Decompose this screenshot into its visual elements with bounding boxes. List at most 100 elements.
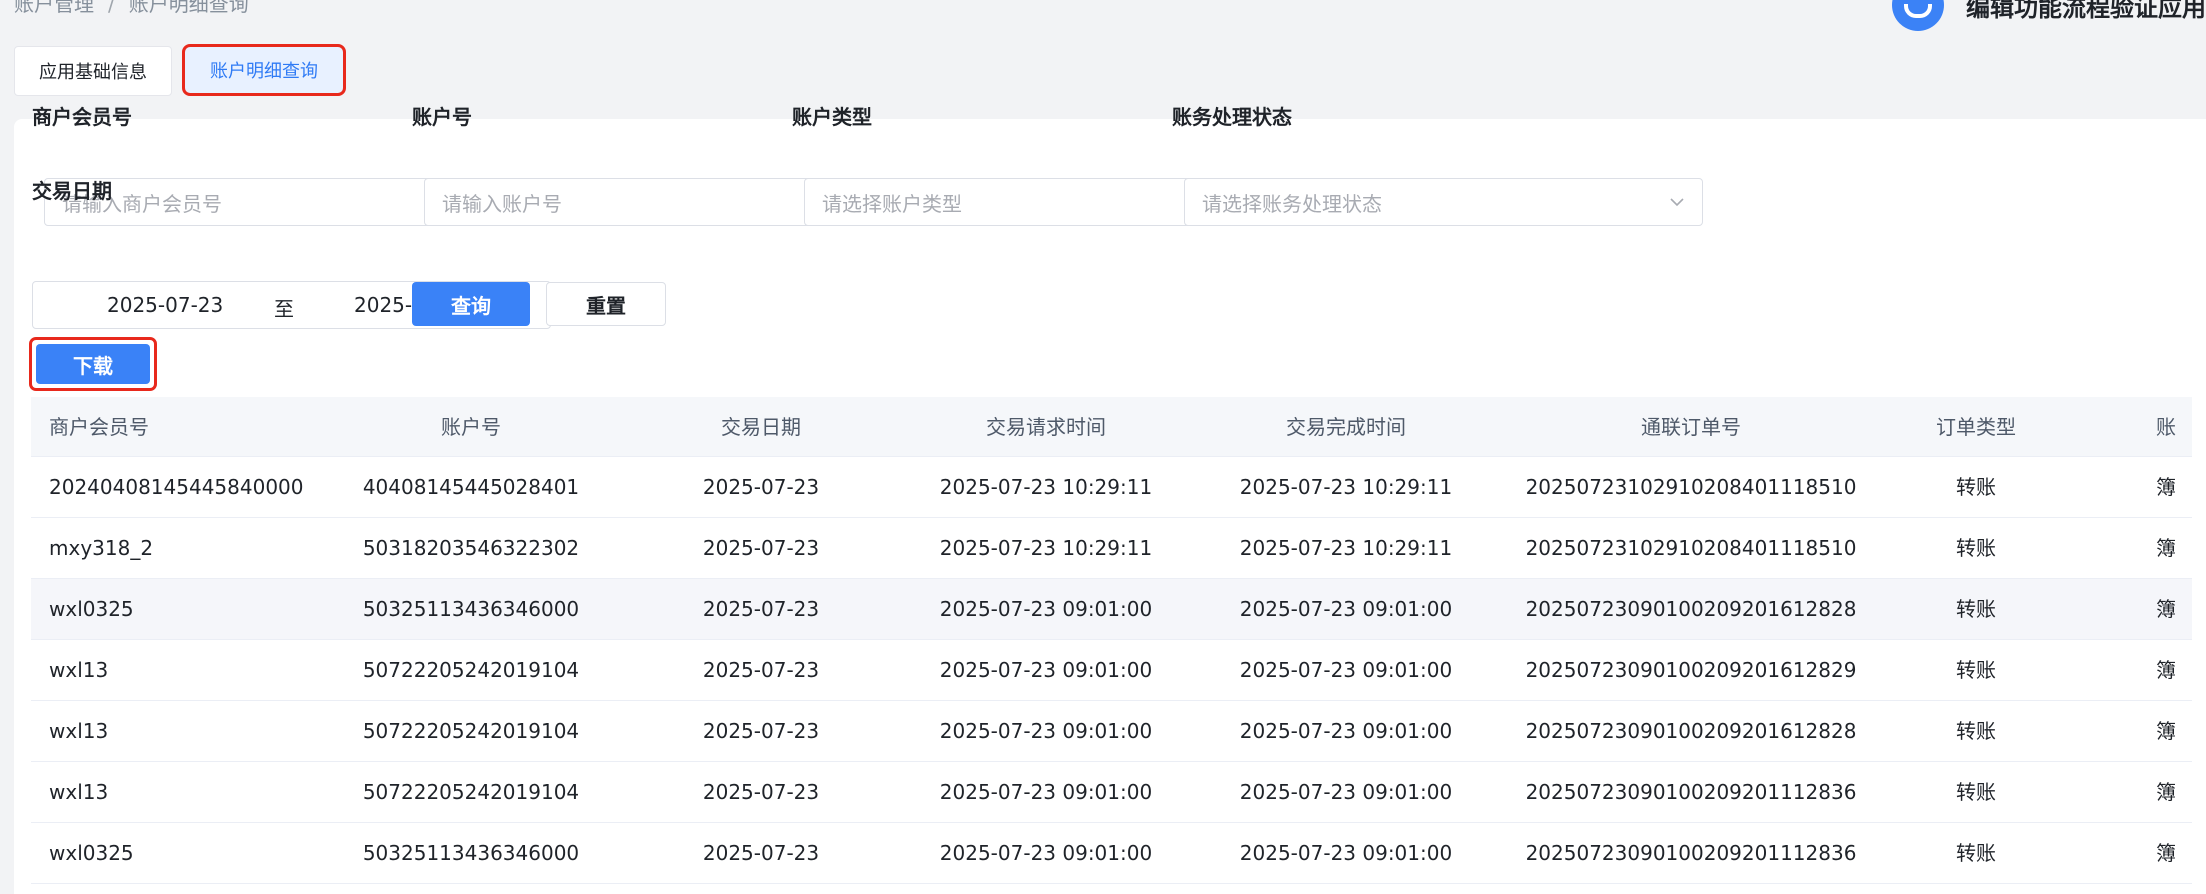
account-no-placeholder: 请输入账户号	[442, 191, 562, 216]
column-header: 通联订单号	[1641, 415, 1741, 439]
process-status-select[interactable]: 请选择账务处理状态	[1184, 178, 1703, 226]
query-button[interactable]: 查询	[412, 282, 530, 326]
table-cell: 50318203546322302	[362, 536, 580, 560]
table-cell: 50722205242019104	[362, 658, 580, 682]
table-cell: 2025-07-23	[702, 780, 820, 804]
table-cell: wxl13	[49, 658, 109, 682]
table-cell: 转账	[1956, 658, 1996, 682]
table-row[interactable]: wxl13 50722205242019104 2025-07-23 2025-…	[31, 640, 2192, 701]
avatar-icon[interactable]	[1892, 0, 1944, 31]
table-cell: 2025-07-23 09:01:00	[939, 597, 1153, 621]
table-cell: 2025-07-23	[702, 658, 820, 682]
header-app-area: 编辑功能流程验证应用	[1892, 0, 2206, 31]
table-cell: mxy318_2	[49, 536, 154, 560]
column-header: 商户会员号	[49, 415, 149, 439]
reset-button[interactable]: 重置	[546, 282, 666, 326]
table-cell: 转账	[1956, 780, 1996, 804]
table-cell: 20250723102910208401118510	[1525, 475, 1857, 499]
table-cell: wxl0325	[49, 597, 134, 621]
table-cell: 2025-07-23 10:29:11	[939, 475, 1153, 499]
table-cell: 簿	[2156, 841, 2176, 865]
table-cell: 转账	[1956, 719, 1996, 743]
table-cell: 2025-07-23 10:29:11	[939, 536, 1153, 560]
table-cell: 2025-07-23 09:01:00	[939, 780, 1153, 804]
table-cell: 2025-07-23	[702, 719, 820, 743]
table-cell: 簿	[2156, 536, 2176, 560]
table-cell: 簿	[2156, 658, 2176, 682]
table-cell: 20250723090100209201612828	[1525, 719, 1857, 743]
column-header: 交易完成时间	[1286, 415, 1406, 439]
table-row[interactable]: wxl13 50722205242019104 2025-07-23 2025-…	[31, 762, 2192, 823]
account-type-placeholder: 请选择账户类型	[822, 191, 962, 216]
table-cell: 50325113436346000	[362, 597, 580, 621]
table-cell: 2025-07-23 09:01:00	[1239, 780, 1453, 804]
table-cell: 簿	[2156, 475, 2176, 499]
table-row[interactable]: wxl0325 50325113436346000 2025-07-23 202…	[31, 823, 2192, 884]
table-cell: 2025-07-23 09:01:00	[1239, 719, 1453, 743]
column-header: 交易请求时间	[986, 415, 1106, 439]
table-cell: 2025-07-23	[702, 841, 820, 865]
process-status-label: 账务处理状态	[1172, 105, 1292, 129]
table-cell: 20250723090100209201112836	[1525, 780, 1857, 804]
table-cell: 转账	[1956, 841, 1996, 865]
table-cell: 转账	[1956, 536, 1996, 560]
table-cell: 40408145445028401	[362, 475, 580, 499]
table-cell: 50722205242019104	[362, 719, 580, 743]
table-cell: 转账	[1956, 597, 1996, 621]
table-cell: wxl13	[49, 719, 109, 743]
app-name: 编辑功能流程验证应用	[1966, 0, 2206, 22]
table-cell: 20240408145445840000	[49, 475, 304, 499]
account-no-label: 账户号	[412, 105, 472, 129]
table-cell: 簿	[2156, 719, 2176, 743]
table-cell: 20250723090100209201112836	[1525, 841, 1857, 865]
account-type-label: 账户类型	[792, 105, 872, 129]
table-cell: 2025-07-23 10:29:11	[1239, 536, 1453, 560]
main-card: 商户会员号 账户号 账户类型 账务处理状态 请输入商户会员号 请输入账户号 请选…	[14, 105, 2206, 894]
merchant-member-no-label: 商户会员号	[32, 105, 132, 129]
page-root: 账户管理 / 账户明细查询 编辑功能流程验证应用 应用基础信息 账户明细查询 商户会…	[0, 0, 2206, 894]
table-cell: 2025-07-23	[702, 475, 820, 499]
download-button[interactable]: 下载	[36, 344, 150, 384]
table-row[interactable]: 20240408145445840000 40408145445028401 2…	[31, 457, 2192, 518]
table-cell: 2025-07-23 09:01:00	[939, 719, 1153, 743]
table-row[interactable]: wxl13 50722205242019104 2025-07-23 2025-…	[31, 701, 2192, 762]
trade-date-separator: 至	[274, 297, 294, 321]
table-cell: 2025-07-23 09:01:00	[939, 841, 1153, 865]
table-cell: wxl0325	[49, 841, 134, 865]
column-header: 交易日期	[721, 415, 801, 439]
table-cell: 2025-07-23 09:01:00	[1239, 597, 1453, 621]
column-header: 订单类型	[1936, 415, 2016, 439]
tab-app-basic-info[interactable]: 应用基础信息	[14, 46, 172, 96]
table-cell: 2025-07-23 10:29:11	[1239, 475, 1453, 499]
breadcrumb-separator: /	[108, 0, 115, 16]
table-cell: 50325113436346000	[362, 841, 580, 865]
table-cell: 2025-07-23 09:01:00	[1239, 841, 1453, 865]
account-detail-table: 商户会员号 账户号 交易日期 交易请求时间 交易完成时间 通联订单号 订单类型 …	[31, 397, 2192, 894]
table-cell: 2025-07-23 09:01:00	[1239, 658, 1453, 682]
table-cell: 50722205242019104	[362, 780, 580, 804]
table-cell: 20250723102910208401118510	[1525, 536, 1857, 560]
table-row[interactable]: mxy318_2 50318203546322302 2025-07-23 20…	[31, 518, 2192, 579]
breadcrumb-item-parent[interactable]: 账户管理	[14, 0, 94, 16]
table-cell: 簿	[2156, 780, 2176, 804]
table-cell: 20250723090100209201612829	[1525, 658, 1857, 682]
chevron-down-icon	[1670, 198, 1684, 207]
table-cell: 20250723090100209201612828	[1525, 597, 1857, 621]
tab-account-detail-query[interactable]: 账户明细查询	[182, 44, 346, 96]
trade-date-label: 交易日期	[32, 179, 112, 203]
table-cell: 簿	[2156, 597, 2176, 621]
column-header: 账	[2156, 415, 2176, 439]
table-header: 商户会员号 账户号 交易日期 交易请求时间 交易完成时间 通联订单号 订单类型 …	[31, 397, 2192, 457]
breadcrumb: 账户管理 / 账户明细查询	[14, 0, 249, 16]
process-status-placeholder: 请选择账务处理状态	[1202, 191, 1382, 216]
trade-date-start[interactable]: 2025-07-23	[107, 293, 223, 317]
column-header: 账户号	[441, 415, 501, 439]
breadcrumb-item-current: 账户明细查询	[128, 0, 249, 16]
table-row[interactable]: wxl0325 50325113436346000 2025-07-23 202…	[31, 579, 2192, 640]
table-cell: 转账	[1956, 475, 1996, 499]
table-cell: wxl13	[49, 780, 109, 804]
table-cell: 2025-07-23	[702, 536, 820, 560]
download-button-highlight: 下载	[29, 337, 157, 391]
table-cell: 2025-07-23 09:01:00	[939, 658, 1153, 682]
table-cell: 2025-07-23	[702, 597, 820, 621]
